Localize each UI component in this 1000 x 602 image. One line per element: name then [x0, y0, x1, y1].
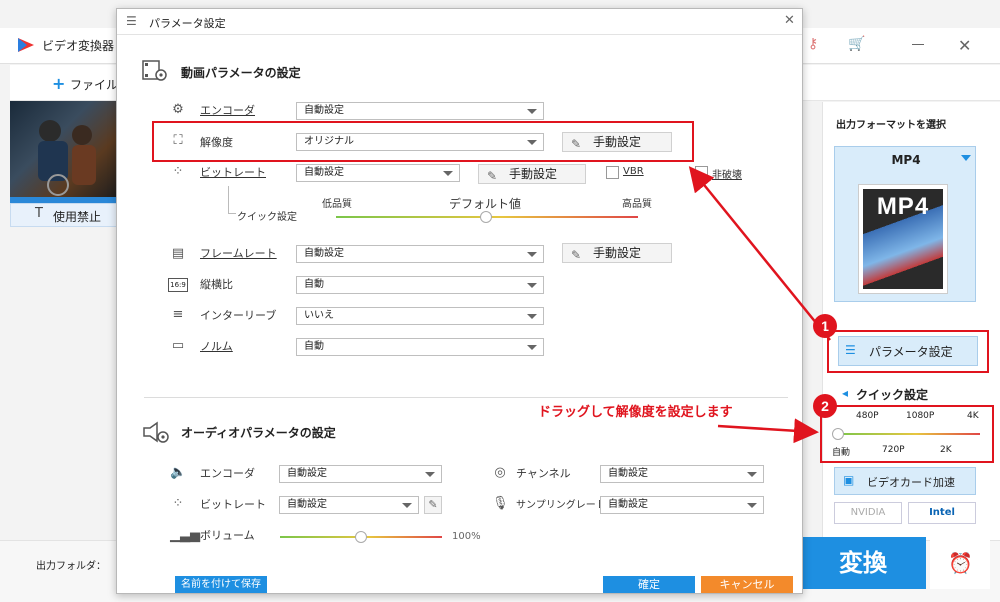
arrow-to-slider — [717, 418, 819, 444]
arrow-to-resolution — [688, 166, 831, 341]
annotation-arrows — [688, 166, 831, 444]
